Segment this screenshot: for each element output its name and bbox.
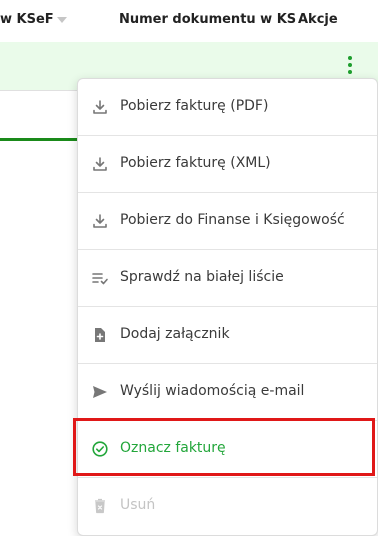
menu-item-label: Sprawdź na białej liście — [120, 269, 284, 285]
more-vert-icon[interactable] — [344, 56, 356, 76]
menu-item-label: Usuń — [120, 497, 156, 513]
actions-menu: Pobierz fakturę (PDF) Pobierz fakturę (X… — [77, 78, 378, 536]
menu-item-label: Pobierz do Finanse i Księgowość — [120, 212, 345, 228]
download-icon — [93, 214, 107, 228]
file-add-icon — [95, 328, 105, 342]
list-check-icon — [92, 273, 108, 285]
menu-item-label: Wyślij wiadomością e-mail — [120, 383, 305, 399]
sort-icon[interactable] — [57, 17, 67, 23]
status-bar — [0, 138, 78, 141]
column-header-numer[interactable]: Numer dokumentu w KS — [119, 12, 296, 27]
download-icon — [93, 157, 107, 171]
menu-item-delete: Usuń — [78, 478, 377, 535]
menu-item-download-xml[interactable]: Pobierz fakturę (XML) — [78, 136, 377, 193]
menu-item-mark-invoice[interactable]: Oznacz fakturę — [78, 421, 377, 478]
menu-item-label: Oznacz fakturę — [120, 440, 226, 456]
menu-item-download-pdf[interactable]: Pobierz fakturę (PDF) — [78, 79, 377, 136]
send-icon — [93, 386, 107, 398]
column-header-ksef[interactable]: w KSeF — [0, 12, 54, 27]
trash-icon — [95, 498, 105, 514]
menu-item-label: Pobierz fakturę (PDF) — [120, 98, 269, 114]
menu-item-label: Dodaj załącznik — [120, 326, 230, 342]
menu-item-add-attachment[interactable]: Dodaj załącznik — [78, 307, 377, 364]
menu-item-send-email[interactable]: Wyślij wiadomością e-mail — [78, 364, 377, 421]
menu-item-download-finance[interactable]: Pobierz do Finanse i Księgowość — [78, 193, 377, 250]
download-icon — [93, 100, 107, 114]
column-header-akcje: Akcje — [298, 12, 338, 27]
table-header: w KSeF Numer dokumentu w KS Akcje — [0, 0, 378, 43]
check-circle-icon — [92, 441, 108, 457]
menu-item-whitelist[interactable]: Sprawdź na białej liście — [78, 250, 377, 307]
menu-item-label: Pobierz fakturę (XML) — [120, 155, 271, 171]
